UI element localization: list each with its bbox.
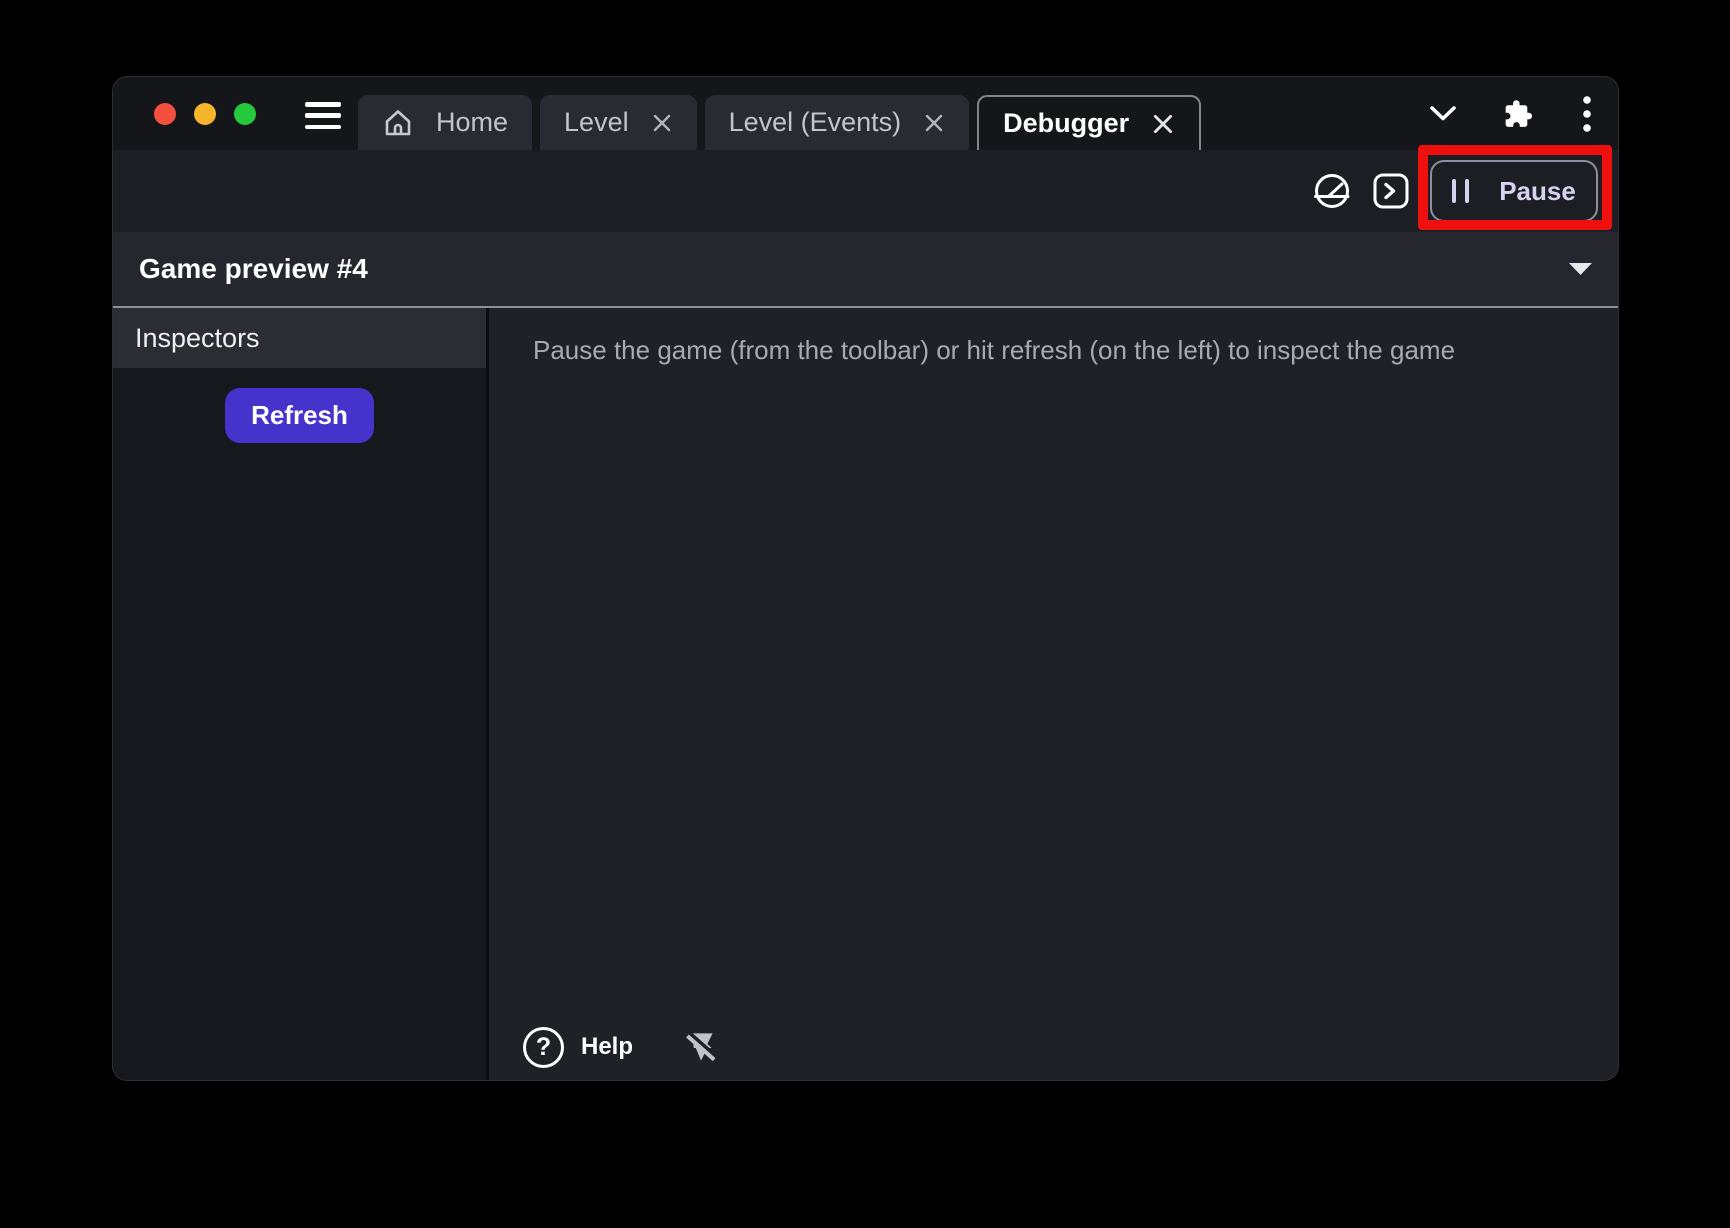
zoom-window-button[interactable] xyxy=(234,103,256,125)
close-window-button[interactable] xyxy=(154,103,176,125)
inspector-main-panel: Pause the game (from the toolbar) or hit… xyxy=(489,308,1618,1080)
pause-button[interactable]: Pause xyxy=(1430,160,1598,222)
titlebar: Home Level Level (Events) xyxy=(113,77,1618,150)
tab-label: Level (Events) xyxy=(729,109,902,136)
debugger-content: Inspectors Refresh Pause the game (from … xyxy=(113,308,1618,1080)
help-question-icon: ? xyxy=(523,1027,564,1068)
close-icon[interactable] xyxy=(923,112,945,134)
pin-off-icon[interactable] xyxy=(679,1026,721,1068)
dropdown-triangle-icon[interactable] xyxy=(1569,263,1592,275)
minimize-window-button[interactable] xyxy=(194,103,216,125)
extensions-puzzle-icon[interactable] xyxy=(1503,97,1536,130)
tab-level-events[interactable]: Level (Events) xyxy=(705,95,970,150)
pause-icon xyxy=(1452,179,1469,203)
tab-home[interactable]: Home xyxy=(358,95,532,150)
pause-button-label: Pause xyxy=(1499,176,1576,207)
titlebar-actions xyxy=(1429,77,1592,150)
window-controls xyxy=(154,103,256,125)
tab-bar: Home Level Level (Events) xyxy=(358,95,1201,150)
home-icon xyxy=(382,107,414,139)
inspectors-header: Inspectors xyxy=(113,308,486,368)
close-icon[interactable] xyxy=(1151,112,1175,136)
game-preview-selector[interactable]: Game preview #4 xyxy=(113,232,1618,306)
tab-label: Home xyxy=(436,109,508,136)
inspectors-sidebar: Inspectors Refresh xyxy=(113,308,489,1080)
debugger-toolbar: Pause xyxy=(113,150,1618,232)
chevron-down-icon[interactable] xyxy=(1429,105,1457,122)
help-label: Help xyxy=(581,1033,633,1061)
console-icon[interactable] xyxy=(1372,172,1410,210)
app-window: Home Level Level (Events) xyxy=(113,77,1618,1080)
tab-label: Debugger xyxy=(1003,110,1129,137)
tab-debugger[interactable]: Debugger xyxy=(977,95,1201,150)
debugger-hint-message: Pause the game (from the toolbar) or hit… xyxy=(489,308,1618,366)
footer-actions: ? Help xyxy=(523,1026,721,1068)
refresh-button[interactable]: Refresh xyxy=(225,388,374,443)
hamburger-menu-icon[interactable] xyxy=(305,102,341,129)
tab-level[interactable]: Level xyxy=(540,95,697,150)
tab-label: Level xyxy=(564,109,629,136)
close-icon[interactable] xyxy=(651,112,673,134)
kebab-menu-icon[interactable] xyxy=(1582,95,1592,133)
help-button[interactable]: ? Help xyxy=(523,1027,633,1068)
profiler-gauge-icon[interactable] xyxy=(1312,171,1352,211)
game-preview-title: Game preview #4 xyxy=(139,253,368,285)
